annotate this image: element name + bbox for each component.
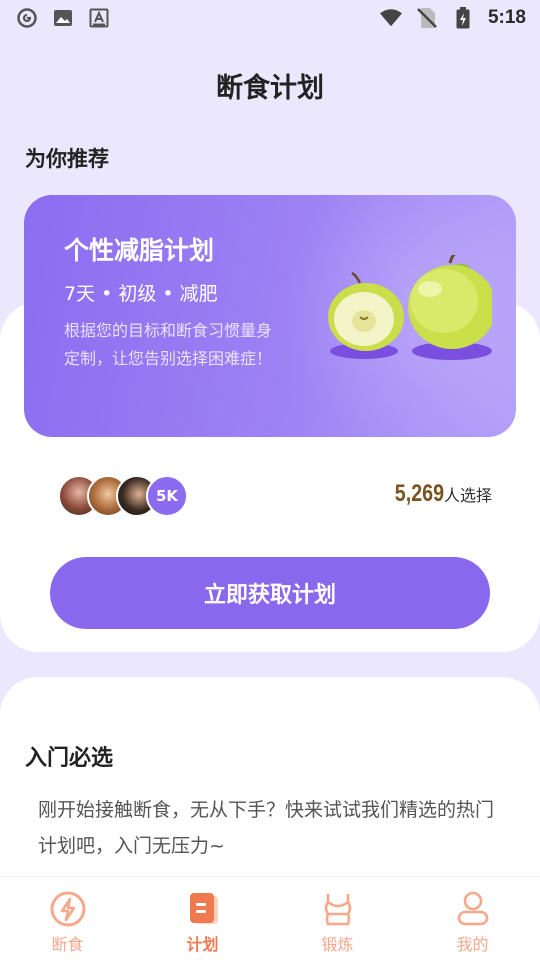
tab-fasting[interactable]: 断食 [0, 877, 135, 960]
clock: 5:18 [487, 7, 526, 28]
green-apples-icon [328, 255, 492, 360]
status-bar: 5:18 [0, 0, 540, 36]
plan-doc-icon [183, 889, 223, 929]
battery-icon [452, 7, 474, 29]
section-title-recommend: 为你推荐 [25, 147, 109, 171]
tab-label: 我的 [456, 935, 489, 954]
wifi-icon [379, 7, 402, 29]
image-icon [52, 7, 74, 29]
plan-title: 个性减脂计划 [64, 236, 215, 265]
tab-bar: 断食 计划 锻炼 我的 [0, 876, 540, 960]
lightning-icon [48, 889, 88, 929]
choose-number: 5,269 [394, 480, 444, 507]
profile-icon [453, 889, 493, 929]
tab-plan[interactable]: 计划 [135, 877, 270, 960]
tab-exercise[interactable]: 锻炼 [270, 877, 405, 960]
get-plan-button[interactable]: 立即获取计划 [50, 557, 490, 629]
choose-label: 人选择 [443, 486, 492, 505]
tab-label: 断食 [51, 935, 84, 954]
tab-label: 锻炼 [321, 935, 354, 954]
sports-top-icon [318, 889, 358, 929]
circle-g-icon [16, 7, 38, 29]
no-sim-icon [416, 7, 438, 29]
plan-card[interactable]: 个性减脂计划 7天 • 初级 • 减肥 根据您的目标和断食习惯量身定制，让您告别… [24, 195, 516, 437]
avatar-count-badge: 5K [146, 475, 188, 517]
plan-description: 根据您的目标和断食习惯量身定制，让您告别选择困难症！ [64, 321, 273, 368]
tab-mine[interactable]: 我的 [405, 877, 540, 960]
section-title-entry: 入门必选 [25, 746, 114, 771]
entry-description: 刚开始接触断食，无从下手？快来试试我们精选的热门计划吧，入门无压力~ [38, 799, 495, 857]
a-box-icon [88, 7, 110, 29]
plan-tags: 7天 • 初级 • 减肥 [64, 283, 218, 305]
tab-label: 计划 [186, 935, 219, 954]
page-title: 断食计划 [216, 73, 324, 104]
choose-count: 5,269 人选择 [384, 480, 492, 508]
